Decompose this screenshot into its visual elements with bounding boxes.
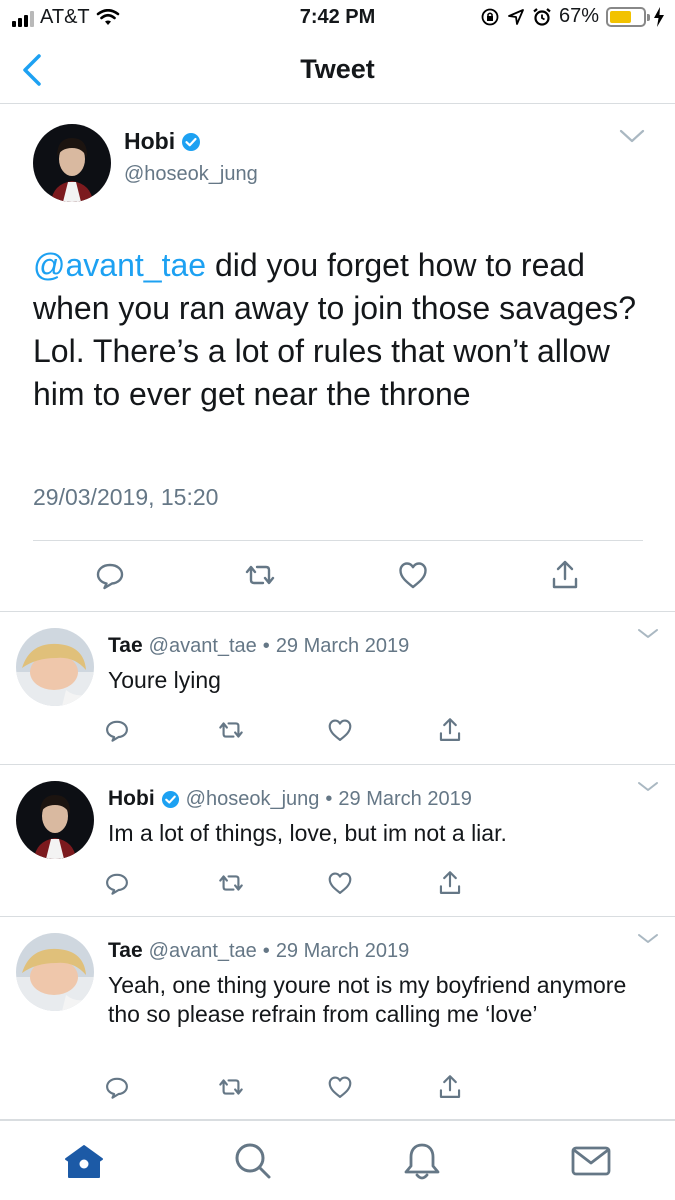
author-handle[interactable]: @hoseok_jung [124, 163, 258, 186]
separator-dot: • [262, 634, 270, 657]
retweet-button[interactable] [243, 558, 277, 592]
like-button[interactable] [326, 1073, 354, 1101]
chevron-down-icon [638, 629, 658, 638]
nav-header: Tweet [0, 36, 675, 104]
battery-icon [606, 6, 650, 27]
share-icon [436, 718, 464, 748]
messages-icon [571, 1146, 611, 1176]
like-button[interactable] [326, 869, 354, 897]
tweet-options-button[interactable] [635, 626, 661, 642]
reply-author-handle[interactable]: @avant_tae [149, 635, 257, 658]
tab-notifications[interactable] [400, 1139, 444, 1183]
verified-badge-icon [161, 790, 179, 808]
avatar[interactable] [16, 781, 94, 859]
tweet-options-button[interactable] [617, 126, 647, 146]
tab-home[interactable] [62, 1139, 106, 1183]
reply-tweet[interactable]: Hobi @hoseok_jung • 29 March 2019 Im a lot o… [0, 765, 675, 917]
reply-text: Youre lying [108, 667, 221, 693]
main-tweet: Hobi @hoseok_jung @avant_tae did you for… [0, 104, 675, 612]
heart-icon [326, 872, 354, 901]
reply-header: Tae @avant_tae • 29 March 2019 [108, 634, 409, 658]
reply-author-name[interactable]: Hobi [108, 787, 155, 811]
reply-button[interactable] [103, 1073, 131, 1101]
page-title: Tweet [300, 54, 375, 84]
reply-tweet[interactable]: Tae @avant_tae • 29 March 2019 Youre lying [0, 612, 675, 765]
reply-author-name[interactable]: Tae [108, 634, 143, 658]
tab-search[interactable] [231, 1139, 275, 1183]
reply-button[interactable] [103, 869, 131, 897]
heart-icon [399, 562, 427, 589]
chevron-down-icon [619, 129, 645, 143]
reply-header: Hobi @hoseok_jung • 29 March 2019 [108, 787, 472, 811]
tab-bar [0, 1120, 675, 1200]
location-icon [508, 8, 524, 25]
status-right: 67% [480, 5, 665, 28]
battery-fill [610, 10, 632, 23]
verified-badge-icon [182, 132, 201, 151]
tweet-actions [0, 869, 675, 903]
retweet-icon [245, 565, 275, 585]
tweet-actions [0, 716, 675, 750]
reply-button[interactable] [103, 716, 131, 744]
reply-date[interactable]: 29 March 2019 [276, 635, 409, 658]
chevron-down-icon [638, 934, 658, 943]
share-button[interactable] [436, 1073, 464, 1101]
retweet-button[interactable] [217, 869, 245, 897]
retweet-icon [217, 875, 245, 901]
share-button[interactable] [436, 716, 464, 744]
alarm-icon [533, 7, 551, 26]
status-bar: AT&T 7:42 PM 67% [0, 0, 675, 36]
reply-text: Im a lot of things, love, but im not a l… [108, 820, 507, 846]
reply-author-name[interactable]: Tae [108, 939, 143, 963]
tweet-text: @avant_tae did you forget how to read wh… [33, 244, 643, 416]
battery-percent: 67% [558, 5, 599, 27]
retweet-button[interactable] [217, 1073, 245, 1101]
reply-icon [103, 873, 131, 901]
heart-icon [326, 1076, 354, 1105]
like-button[interactable] [326, 716, 354, 744]
reply-author-handle[interactable]: @hoseok_jung [186, 788, 320, 811]
reply-date[interactable]: 29 March 2019 [338, 788, 471, 811]
avatar[interactable] [33, 124, 111, 202]
retweet-icon [217, 722, 245, 748]
home-icon [65, 1145, 103, 1178]
notifications-icon [404, 1143, 440, 1180]
charging-bolt-icon [654, 6, 664, 27]
author-name[interactable]: Hobi [124, 128, 175, 155]
share-button[interactable] [548, 558, 582, 592]
retweet-button[interactable] [217, 716, 245, 744]
search-icon [235, 1143, 271, 1179]
reply-text: Yeah, one thing youre not is my boyfrien… [108, 972, 627, 1027]
share-icon [552, 560, 578, 589]
rotation-lock-icon [481, 8, 499, 25]
author-name-row[interactable]: Hobi [124, 128, 201, 155]
like-button[interactable] [396, 558, 430, 592]
reply-icon [103, 720, 131, 748]
mention-link[interactable]: @avant_tae [33, 247, 206, 283]
tweet-options-button[interactable] [635, 779, 661, 795]
reply-icon [96, 563, 124, 590]
share-button[interactable] [436, 869, 464, 897]
share-icon [436, 871, 464, 901]
heart-icon [326, 719, 354, 748]
tab-messages[interactable] [569, 1139, 613, 1183]
reply-button[interactable] [93, 558, 127, 592]
avatar[interactable] [16, 628, 94, 706]
reply-icon [103, 1077, 131, 1105]
separator-dot: • [262, 939, 270, 962]
tweet-options-button[interactable] [635, 931, 661, 947]
reply-date[interactable]: 29 March 2019 [276, 940, 409, 963]
share-icon [436, 1075, 464, 1105]
tweet-timestamp[interactable]: 29/03/2019, 15:20 [33, 484, 218, 511]
tweet-actions [0, 558, 675, 598]
retweet-icon [217, 1079, 245, 1105]
avatar[interactable] [16, 933, 94, 1011]
reply-tweet[interactable]: Tae @avant_tae • 29 March 2019 Yeah, one thi… [0, 917, 675, 1120]
reply-header: Tae @avant_tae • 29 March 2019 [108, 939, 409, 963]
separator-dot: • [325, 787, 333, 810]
divider [33, 540, 643, 541]
tweet-actions [0, 1073, 675, 1107]
chevron-down-icon [638, 782, 658, 791]
reply-author-handle[interactable]: @avant_tae [149, 940, 257, 963]
